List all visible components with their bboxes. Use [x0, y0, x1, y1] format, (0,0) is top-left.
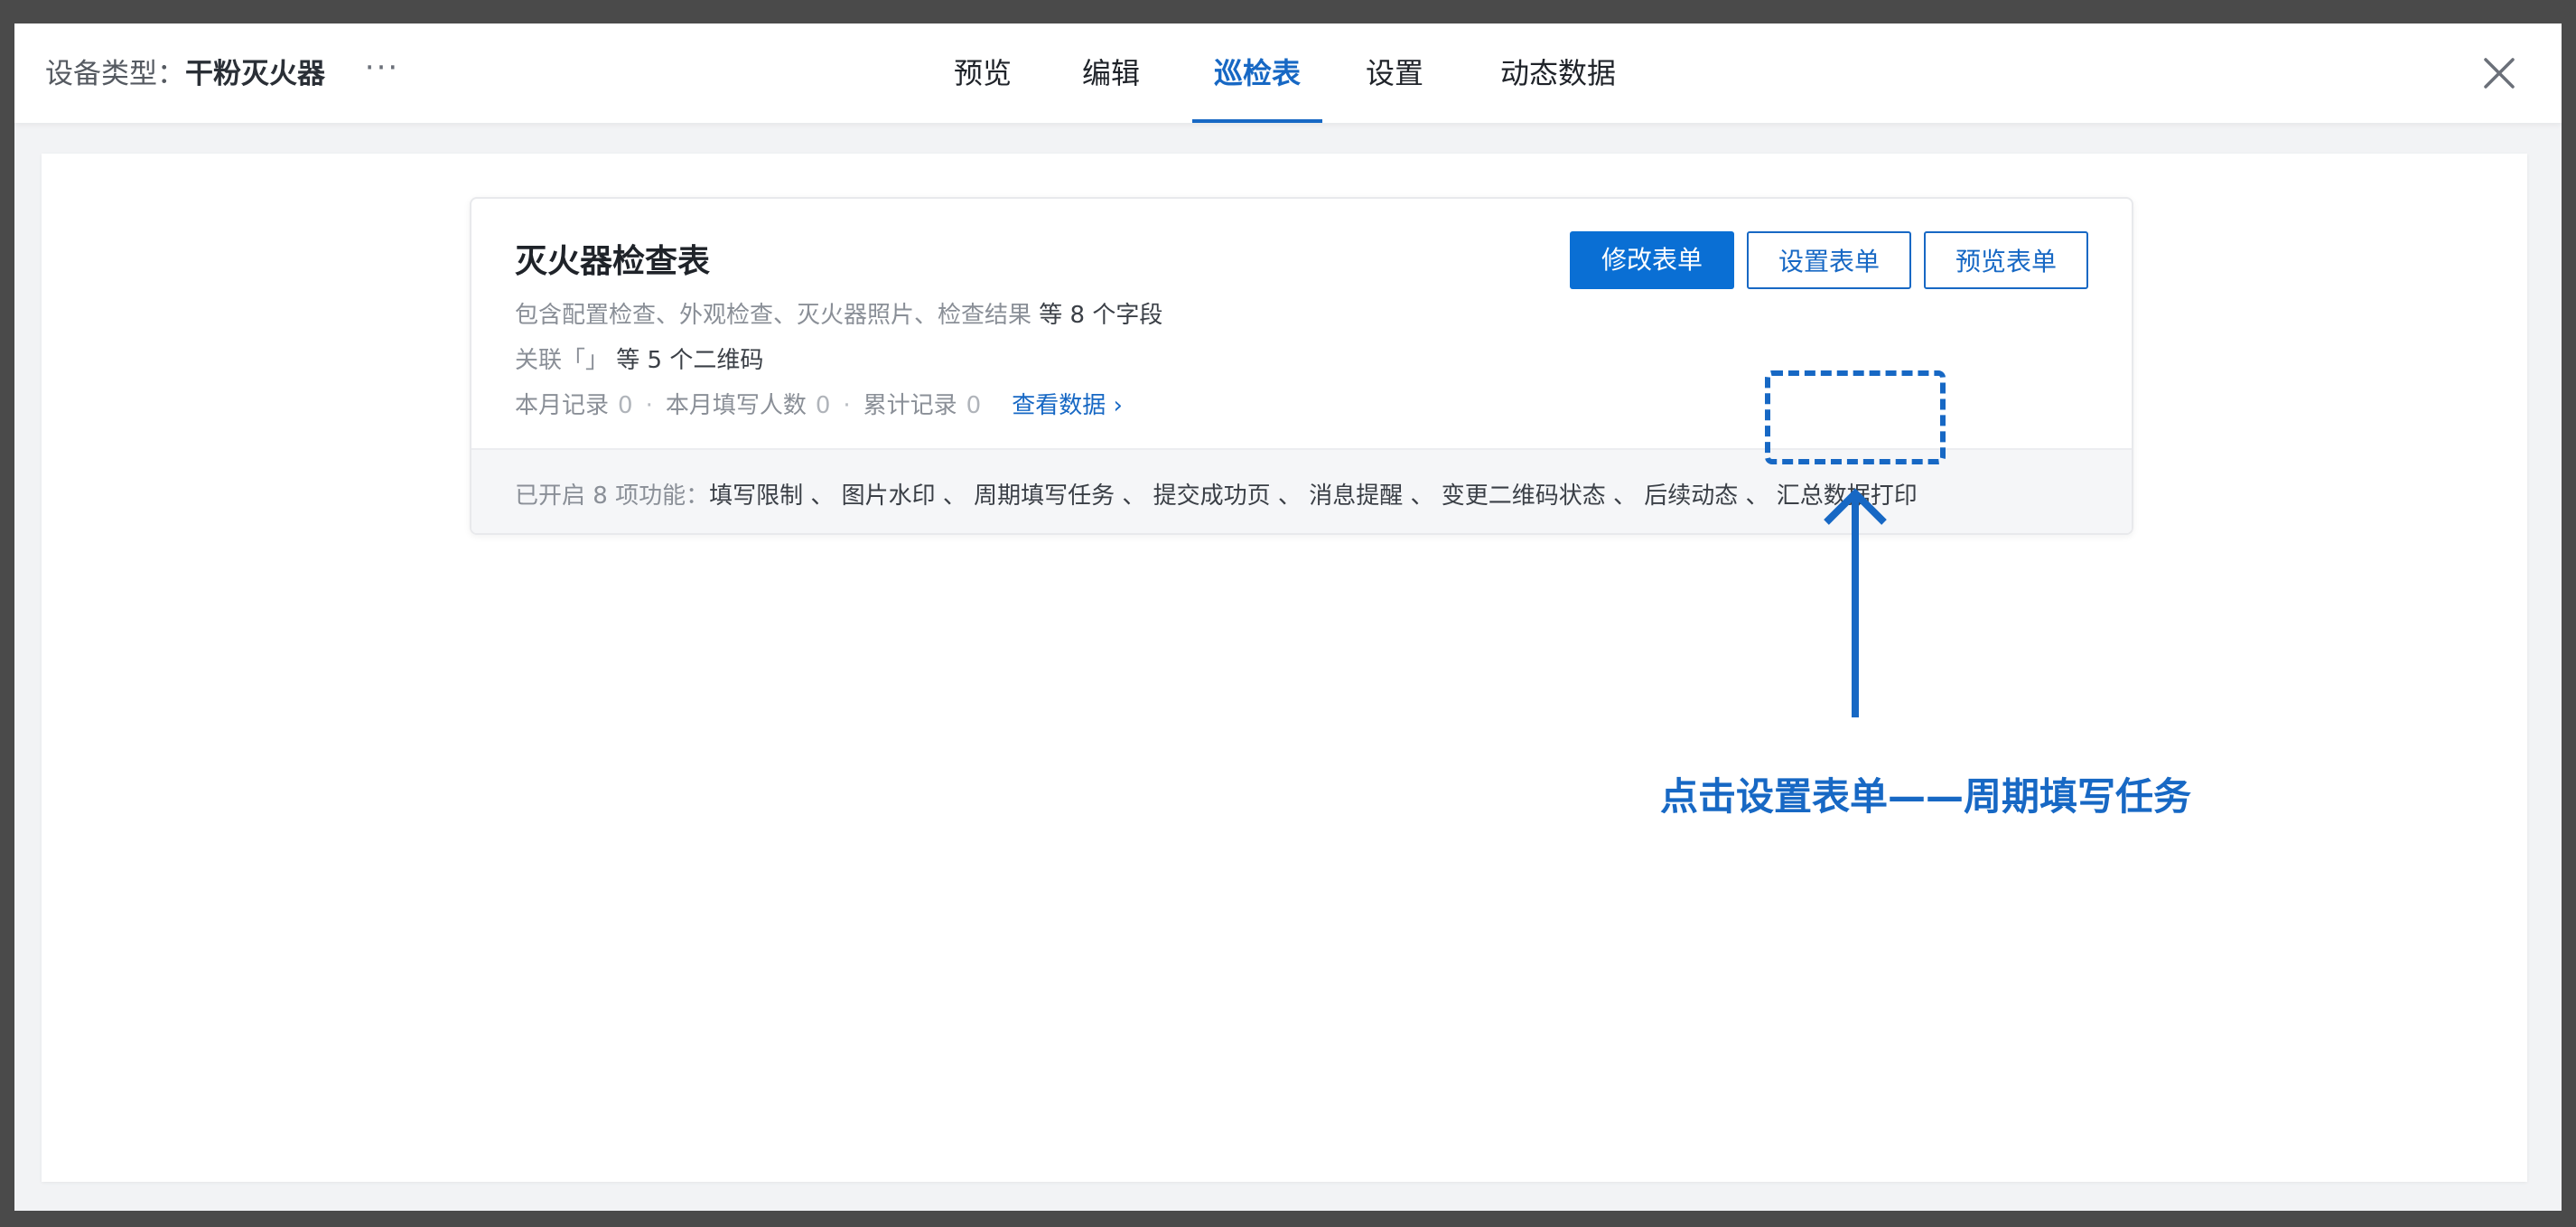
tab-preview[interactable]: 预览	[948, 23, 1017, 123]
tab-inspection-form[interactable]: 巡检表	[1192, 23, 1322, 123]
features-prefix: 已开启 8 项功能：	[515, 482, 710, 510]
record-stats: 本月记录 0 · 本月填写人数 0 · 累计记录 0 查看数据 ›	[515, 387, 1123, 420]
close-icon[interactable]	[2478, 52, 2520, 94]
form-settings-button[interactable]: 设置表单	[1747, 231, 1911, 289]
qr-count: 等 5 个二维码	[616, 347, 764, 374]
stat-month-users-label: 本月填写人数	[665, 392, 807, 419]
device-type-modal: 设备类型：干粉灭火器 ··· 预览 编辑 巡检表 设置 动态数据 灭火器检查表 …	[14, 23, 2562, 1211]
separator-dot: ·	[645, 392, 653, 419]
fields-summary: 包含配置检查、外观检查、灭火器照片、检查结果 等 8 个字段	[515, 296, 1162, 330]
fields-count: 等 8 个字段	[1039, 302, 1163, 329]
content-panel: 灭火器检查表 包含配置检查、外观检查、灭火器照片、检查结果 等 8 个字段 关联…	[42, 154, 2527, 1182]
features-list: 填写限制 、 图片水印 、 周期填写任务 、 提交成功页 、 消息提醒 、 变更…	[709, 482, 1918, 510]
arrow-up-icon	[1824, 488, 1887, 717]
more-options-icon[interactable]: ···	[361, 52, 403, 90]
view-data-link[interactable]: 查看数据 ›	[1012, 392, 1123, 419]
form-title: 灭火器检查表	[515, 243, 711, 280]
tab-edit[interactable]: 编辑	[1077, 23, 1145, 123]
device-type-prefix: 设备类型：	[45, 58, 185, 90]
stat-total-records-label: 累计记录	[863, 392, 957, 419]
stat-month-records-label: 本月记录	[515, 392, 610, 419]
device-type-label: 设备类型：干粉灭火器	[45, 56, 325, 92]
modal-header: 设备类型：干粉灭火器 ··· 预览 编辑 巡检表 设置 动态数据	[14, 23, 2562, 123]
qr-prefix: 关联「」	[515, 347, 610, 374]
tab-dynamic-data[interactable]: 动态数据	[1489, 23, 1628, 123]
qr-summary: 关联「」 等 5 个二维码	[515, 342, 763, 375]
enabled-features: 已开启 8 项功能：填写限制 、 图片水印 、 周期填写任务 、 提交成功页 、…	[515, 477, 1918, 510]
stat-total-records-value: 0	[966, 392, 982, 419]
settings-button-highlight	[1765, 370, 1946, 464]
preview-form-button[interactable]: 预览表单	[1924, 231, 2088, 289]
device-type-name: 干粉灭火器	[185, 58, 325, 90]
tab-settings[interactable]: 设置	[1360, 23, 1429, 123]
fields-description: 包含配置检查、外观检查、灭火器照片、检查结果	[515, 302, 1032, 329]
form-card: 灭火器检查表 包含配置检查、外观检查、灭火器照片、检查结果 等 8 个字段 关联…	[470, 197, 2133, 535]
annotation-text: 点击设置表单——周期填写任务	[1660, 774, 2192, 819]
edit-form-button[interactable]: 修改表单	[1570, 231, 1734, 289]
stat-month-users-value: 0	[815, 392, 831, 419]
separator-dot: ·	[843, 392, 851, 419]
stat-month-records-value: 0	[618, 392, 633, 419]
